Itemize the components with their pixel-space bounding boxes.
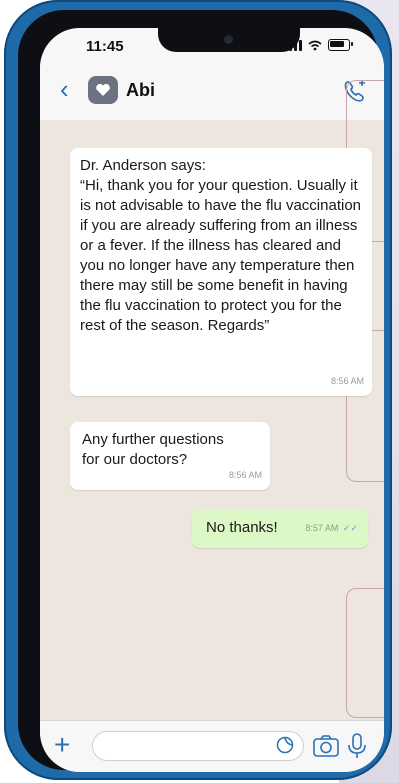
microphone-icon[interactable]	[346, 731, 368, 761]
message-timestamp: 8:57 AM ✓✓	[305, 518, 358, 538]
chat-header: ‹ Abi	[40, 62, 384, 121]
message-bubble-incoming[interactable]: Dr. Anderson says: “Hi, thank you for yo…	[70, 148, 372, 396]
wifi-icon	[308, 40, 322, 50]
contact-name[interactable]: Abi	[126, 80, 155, 101]
battery-icon	[328, 39, 353, 51]
message-bubble-incoming[interactable]: Any further questions for our doctors? 8…	[70, 422, 270, 490]
phone-bezel: 11:45 ‹ Abi Dr. Anderson says: “Hi, than…	[18, 10, 384, 772]
message-text: Dr. Anderson says: “Hi, thank you for yo…	[80, 157, 362, 334]
heart-icon	[96, 83, 110, 96]
plus-icon[interactable]: +	[54, 731, 70, 759]
message-text: Any further questions for our doctors?	[82, 431, 224, 468]
chat-area[interactable]: Dr. Anderson says: “Hi, thank you for yo…	[40, 80, 384, 720]
decoration-outline	[346, 588, 384, 718]
status-time: 11:45	[86, 38, 124, 55]
phone-notch	[158, 28, 300, 52]
input-bar: +	[40, 720, 384, 772]
message-bubble-outgoing[interactable]: No thanks! 8:57 AM ✓✓	[192, 510, 368, 548]
phone-frame: 11:45 ‹ Abi Dr. Anderson says: “Hi, than…	[4, 0, 392, 780]
front-camera	[224, 35, 233, 44]
message-timestamp: 8:56 AM	[330, 376, 364, 386]
camera-icon[interactable]	[312, 733, 340, 759]
back-chevron-icon[interactable]: ‹	[60, 76, 69, 102]
message-time: 8:57 AM	[305, 523, 339, 533]
avatar[interactable]	[88, 76, 118, 104]
read-receipt-icon: ✓✓	[342, 523, 358, 533]
sticker-icon[interactable]	[276, 736, 294, 754]
phone-screen: 11:45 ‹ Abi Dr. Anderson says: “Hi, than…	[40, 28, 384, 772]
message-input[interactable]	[92, 731, 304, 761]
message-timestamp: 8:56 AM	[228, 470, 262, 480]
